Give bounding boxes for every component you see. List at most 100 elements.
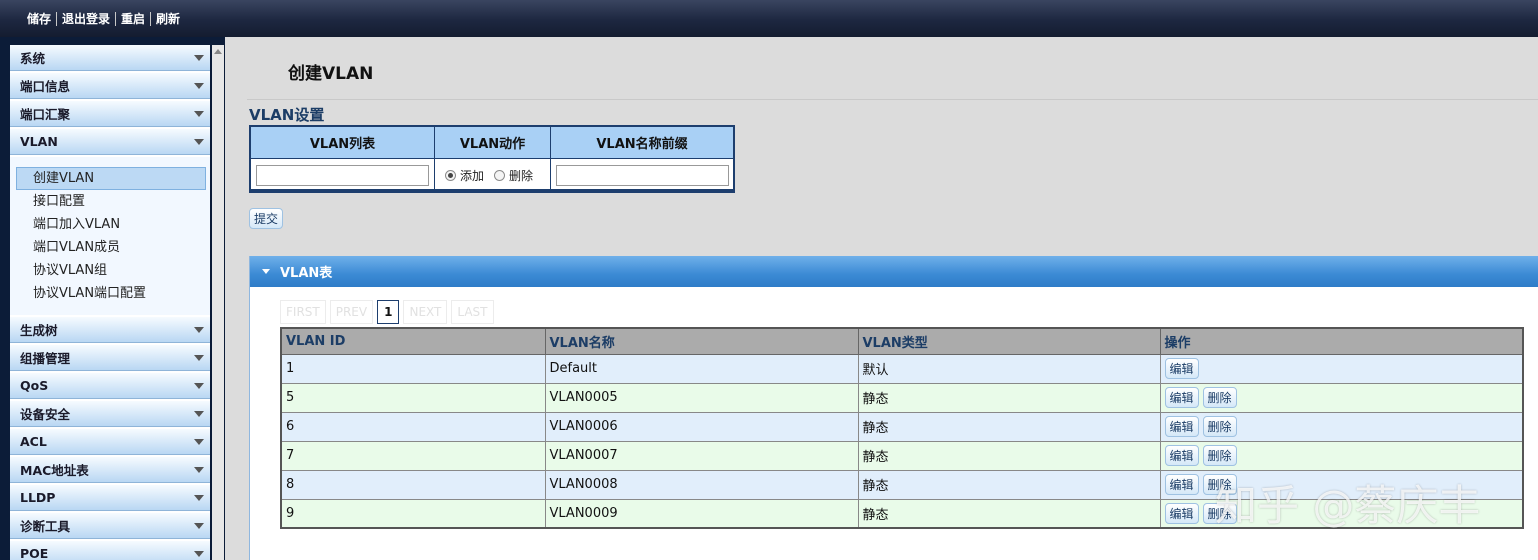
- chevron-down-icon: [194, 110, 204, 117]
- save-menu-item[interactable]: 储存: [22, 10, 56, 27]
- chevron-down-icon: [194, 54, 204, 61]
- sidebar-item-protocol-vlan-group[interactable]: 协议VLAN组: [16, 259, 206, 282]
- chevron-down-icon: [194, 522, 204, 529]
- sidebar-section-label: 设备安全: [20, 407, 71, 422]
- sidebar-item-create-vlan[interactable]: 创建VLAN: [16, 167, 206, 190]
- logout-menu-item[interactable]: 退出登录: [57, 10, 115, 27]
- title-divider: [247, 99, 1538, 100]
- collapse-triangle-icon[interactable]: [262, 269, 270, 274]
- sidebar-section-qos[interactable]: QoS: [10, 373, 210, 399]
- vlan-id-cell: 1: [280, 353, 546, 384]
- vlan-action-header: VLAN动作: [435, 127, 551, 158]
- table-row: 5 VLAN0005 静态 编辑 删除: [280, 382, 1524, 413]
- vlan-type-cell: 静态: [857, 411, 1161, 442]
- sidebar-section-label: LLDP: [20, 490, 56, 505]
- sidebar-section-system[interactable]: 系统: [10, 45, 210, 71]
- vlan-name-cell: VLAN0008: [544, 469, 859, 500]
- pager-prev-button[interactable]: PREV: [329, 300, 374, 324]
- add-radio[interactable]: [445, 169, 456, 181]
- chevron-down-icon: [194, 438, 204, 445]
- pager-next-button[interactable]: NEXT: [403, 300, 448, 324]
- edit-button[interactable]: 编辑: [1164, 502, 1199, 524]
- sidebar-section-multicast[interactable]: 组播管理: [10, 345, 210, 371]
- vlan-list-header: VLAN列表: [251, 127, 435, 158]
- sidebar-section-acl[interactable]: ACL: [10, 429, 210, 455]
- sidebar-item-port-join-vlan[interactable]: 端口加入VLAN: [16, 213, 206, 236]
- chevron-down-icon: [194, 550, 204, 557]
- edit-button[interactable]: 编辑: [1164, 445, 1199, 466]
- reboot-menu-item[interactable]: 重启: [116, 10, 150, 27]
- settings-input-row: 添加 删除: [251, 159, 733, 191]
- sidebar-section-port-aggregation[interactable]: 端口汇聚: [10, 101, 210, 127]
- actions-cell: 编辑 删除: [1159, 382, 1524, 413]
- pager-current-page[interactable]: 1: [377, 300, 400, 324]
- table-row: 6 VLAN0006 静态 编辑 删除: [280, 411, 1524, 442]
- top-toolbar: 储存 退出登录 重启 刷新: [0, 0, 1538, 37]
- sidebar-section-label: ACL: [20, 434, 47, 449]
- table-row: 8 VLAN0008 静态 编辑 删除: [280, 469, 1524, 500]
- sidebar-section-label: POE: [20, 546, 49, 560]
- vlan-type-cell: 静态: [857, 498, 1161, 529]
- chevron-down-icon: [194, 410, 204, 417]
- refresh-menu-item[interactable]: 刷新: [151, 10, 185, 27]
- chevron-down-icon: [194, 466, 204, 473]
- delete-button[interactable]: 删除: [1202, 445, 1237, 466]
- actions-cell: 编辑 删除: [1159, 440, 1524, 471]
- sidebar-section-label: QoS: [20, 378, 49, 393]
- edit-button[interactable]: 编辑: [1164, 474, 1199, 495]
- chevron-down-icon: [194, 494, 204, 501]
- vlan-name-cell: Default: [544, 353, 859, 384]
- edit-button[interactable]: 编辑: [1164, 358, 1199, 379]
- pager-last-button[interactable]: LAST: [451, 300, 494, 324]
- sidebar-section-poe[interactable]: POE: [10, 541, 210, 560]
- column-header-vlan-id: VLAN ID: [280, 327, 546, 355]
- pager-first-button[interactable]: FIRST: [280, 300, 326, 324]
- vlan-prefix-input[interactable]: [556, 164, 729, 186]
- vlan-name-cell: VLAN0009: [544, 498, 859, 529]
- scroll-up-icon[interactable]: [214, 49, 222, 54]
- sidebar-section-spanning-tree[interactable]: 生成树: [10, 317, 210, 343]
- sidebar-section-diagnostics[interactable]: 诊断工具: [10, 513, 210, 539]
- vlan-type-cell: 静态: [857, 469, 1161, 500]
- table-row: 1 Default 默认 编辑: [280, 353, 1524, 384]
- delete-button[interactable]: 删除: [1202, 416, 1237, 437]
- chevron-down-icon: [194, 82, 204, 89]
- sidebar-section-label: 端口信息: [20, 79, 71, 94]
- chevron-down-icon: [194, 382, 204, 389]
- vlan-settings-form: VLAN列表 VLAN动作 VLAN名称前缀 添加 删除: [249, 125, 735, 193]
- sidebar-section-vlan[interactable]: VLAN: [10, 129, 210, 155]
- vlan-table-panel-header[interactable]: VLAN表: [250, 256, 1538, 287]
- edit-button[interactable]: 编辑: [1164, 416, 1199, 437]
- sidebar-scrollbar[interactable]: [212, 45, 224, 560]
- vlan-name-cell: VLAN0005: [544, 382, 859, 413]
- add-radio-label: 添加: [460, 168, 485, 183]
- delete-button[interactable]: 删除: [1202, 474, 1237, 495]
- sidebar-section-lldp[interactable]: LLDP: [10, 485, 210, 511]
- sidebar-section-mac-table[interactable]: MAC地址表: [10, 457, 210, 483]
- vlan-list-input[interactable]: [256, 164, 429, 186]
- sidebar-item-interface-config[interactable]: 接口配置: [16, 190, 206, 213]
- vlan-settings-title: VLAN设置: [249, 106, 325, 124]
- delete-button[interactable]: 删除: [1202, 502, 1237, 524]
- page-title: 创建VLAN: [288, 64, 374, 84]
- delete-radio[interactable]: [494, 169, 506, 181]
- delete-button[interactable]: 删除: [1202, 387, 1237, 408]
- vlan-name-cell: VLAN0007: [544, 440, 859, 471]
- sidebar-section-label: MAC地址表: [20, 463, 89, 478]
- actions-cell: 编辑 删除: [1159, 411, 1524, 442]
- chevron-down-icon: [194, 138, 204, 145]
- sidebar-nav: 系统 端口信息 端口汇聚 VLAN 创建VLAN 接口配置 端口加入VLAN 端…: [10, 45, 210, 560]
- chevron-down-icon: [194, 354, 204, 361]
- submit-button[interactable]: 提交: [249, 208, 284, 229]
- sidebar-item-port-vlan-members[interactable]: 端口VLAN成员: [16, 236, 206, 259]
- table-row: 7 VLAN0007 静态 编辑 删除: [280, 440, 1524, 471]
- vlan-type-cell: 默认: [857, 353, 1161, 384]
- edit-button[interactable]: 编辑: [1164, 387, 1199, 408]
- actions-cell: 编辑: [1159, 353, 1524, 384]
- sidebar-item-protocol-vlan-port-config[interactable]: 协议VLAN端口配置: [16, 282, 206, 305]
- vlan-id-cell: 5: [280, 382, 546, 413]
- table-row: 9 VLAN0009 静态 编辑 删除: [280, 498, 1524, 529]
- sidebar-section-port-info[interactable]: 端口信息: [10, 73, 210, 99]
- table-header-row: VLAN ID VLAN名称 VLAN类型 操作: [280, 327, 1524, 355]
- sidebar-section-device-security[interactable]: 设备安全: [10, 401, 210, 427]
